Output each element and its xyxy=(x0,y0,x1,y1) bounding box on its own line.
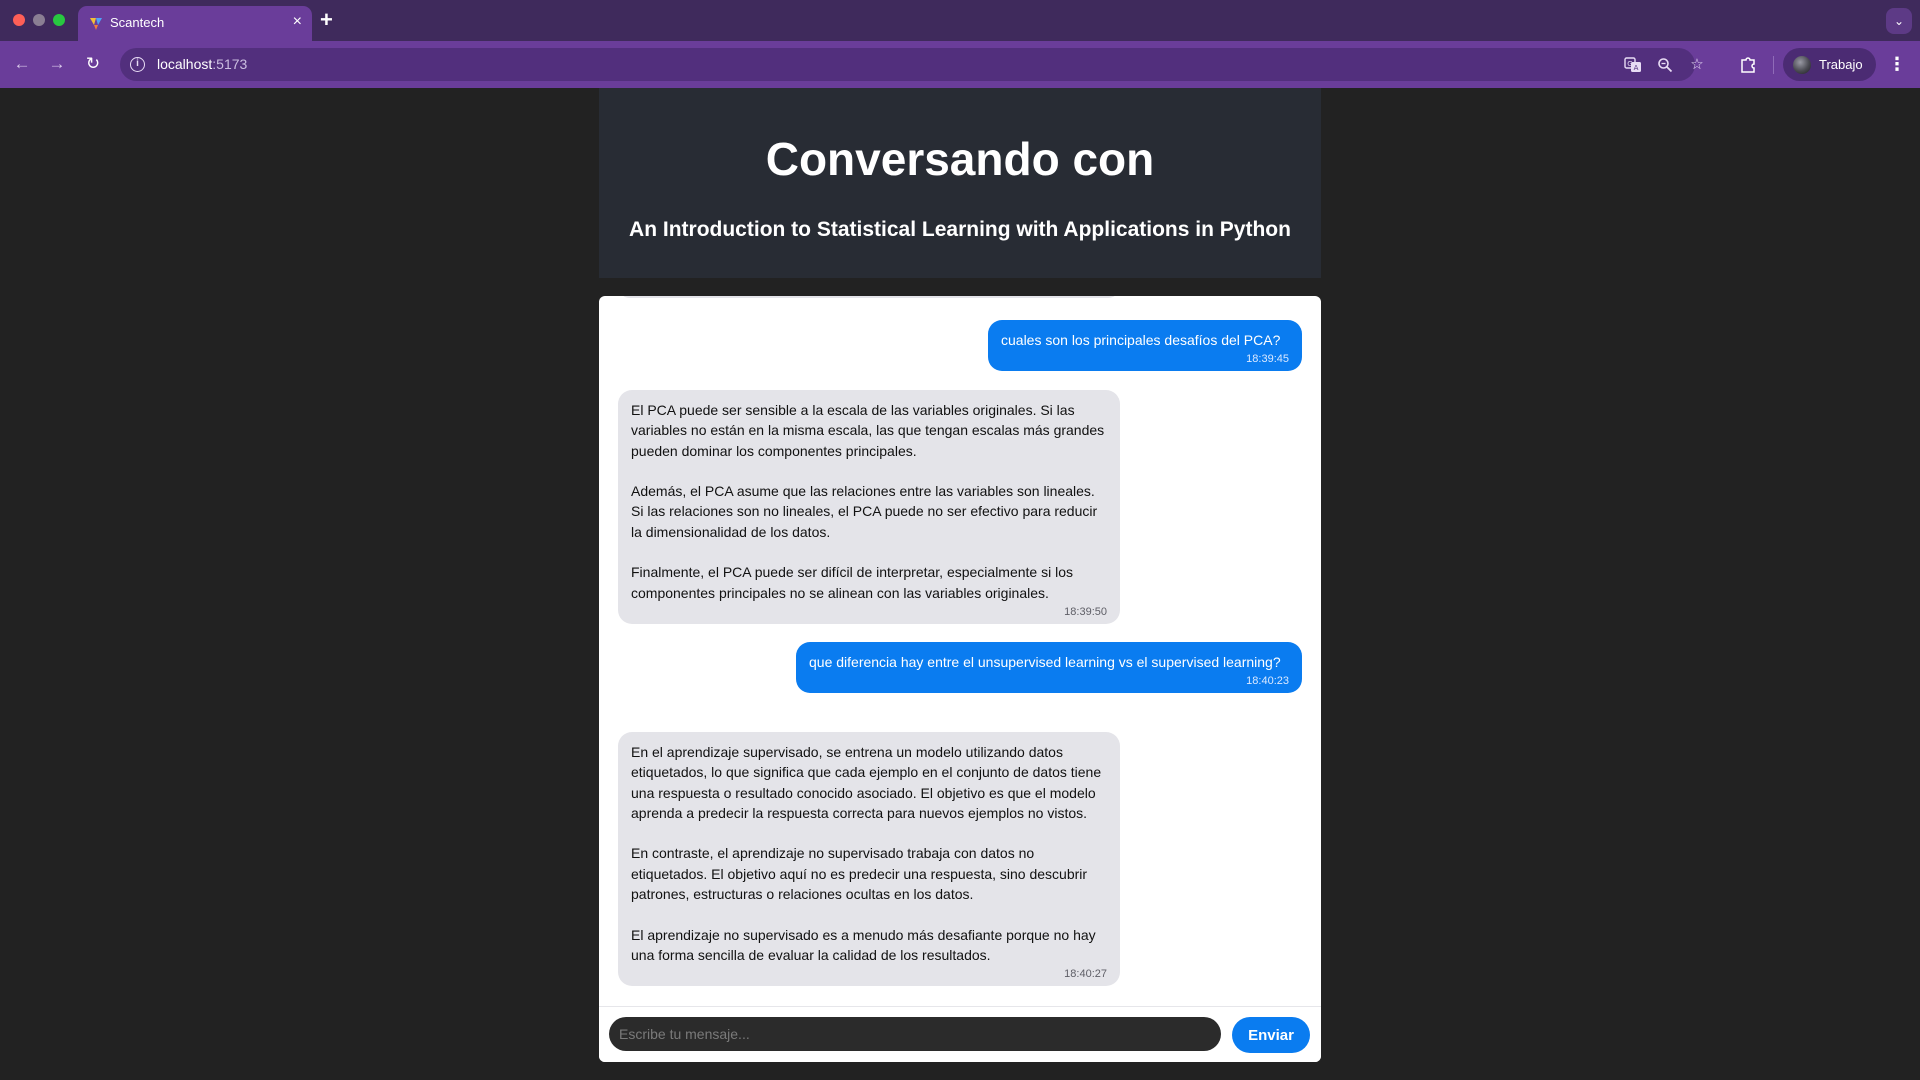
translate-icon[interactable]: G A xyxy=(1622,54,1644,76)
new-tab-button[interactable]: + xyxy=(320,7,333,33)
avatar xyxy=(1793,56,1811,74)
previous-message-fragment xyxy=(618,296,1120,298)
message-timestamp: 18:40:23 xyxy=(1246,675,1289,688)
browser-tab-scantech[interactable]: Scantech × xyxy=(78,6,312,41)
close-tab-icon[interactable]: × xyxy=(293,13,302,31)
message-list[interactable]: cuales son los principales desafíos del … xyxy=(599,296,1321,1006)
message-composer: Enviar xyxy=(599,1006,1321,1062)
bookmark-star-icon[interactable]: ☆ xyxy=(1686,54,1708,76)
svg-text:G: G xyxy=(1627,60,1632,68)
maximize-window-button[interactable] xyxy=(53,14,65,26)
profile-button[interactable]: Trabajo xyxy=(1783,48,1876,81)
message-input[interactable] xyxy=(609,1017,1221,1051)
page-title: Conversando con xyxy=(765,133,1155,185)
url-host: localhost xyxy=(157,56,213,72)
book-title: An Introduction to Statistical Learning … xyxy=(629,218,1291,241)
toolbar-divider xyxy=(1773,56,1774,74)
tab-title: Scantech xyxy=(110,15,165,30)
bot-message: En el aprendizaje supervisado, se entren… xyxy=(618,732,1120,987)
user-message: que diferencia hay entre el unsupervised… xyxy=(796,642,1302,694)
profile-label: Trabajo xyxy=(1819,57,1863,72)
url-text[interactable]: localhost:5173 xyxy=(157,56,247,72)
message-text: que diferencia hay entre el unsupervised… xyxy=(809,654,1281,670)
forward-arrow-icon[interactable]: → xyxy=(44,51,70,77)
site-info-icon[interactable]: i xyxy=(130,57,145,72)
message-text: El PCA puede ser sensible a la escala de… xyxy=(631,402,1105,601)
message-text: En el aprendizaje supervisado, se entren… xyxy=(631,744,1102,963)
reload-icon[interactable]: ↻ xyxy=(80,51,106,77)
close-window-button[interactable] xyxy=(13,14,25,26)
svg-text:A: A xyxy=(1634,64,1639,72)
zoom-icon[interactable] xyxy=(1654,54,1676,76)
url-port: :5173 xyxy=(212,56,248,72)
browser-toolbar: ← → ↻ i localhost:5173 G A ☆ Trabajo ⋮ xyxy=(0,41,1920,88)
tab-search-button[interactable]: ⌄ xyxy=(1886,8,1912,34)
more-menu-icon[interactable]: ⋮ xyxy=(1884,51,1910,77)
address-bar[interactable]: i localhost:5173 G A ☆ xyxy=(120,48,1704,81)
message-timestamp: 18:39:50 xyxy=(1064,605,1107,618)
send-button[interactable]: Enviar xyxy=(1232,1017,1310,1053)
scantech-favicon-icon xyxy=(90,18,102,30)
user-message: cuales son los principales desafíos del … xyxy=(988,320,1302,372)
minimize-window-button[interactable] xyxy=(33,14,45,26)
chat-header: Conversando con An Introduction to Stati… xyxy=(599,88,1321,278)
chat-panel: cuales son los principales desafíos del … xyxy=(599,296,1321,1062)
browser-tab-bar: Scantech × + ⌄ xyxy=(0,0,1920,41)
message-text: cuales son los principales desafíos del … xyxy=(1001,332,1281,348)
back-arrow-icon[interactable]: ← xyxy=(9,51,35,77)
bot-message: El PCA puede ser sensible a la escala de… xyxy=(618,390,1120,624)
extensions-icon[interactable] xyxy=(1736,52,1760,76)
message-timestamp: 18:39:45 xyxy=(1246,353,1289,366)
message-timestamp: 18:40:27 xyxy=(1064,968,1107,981)
